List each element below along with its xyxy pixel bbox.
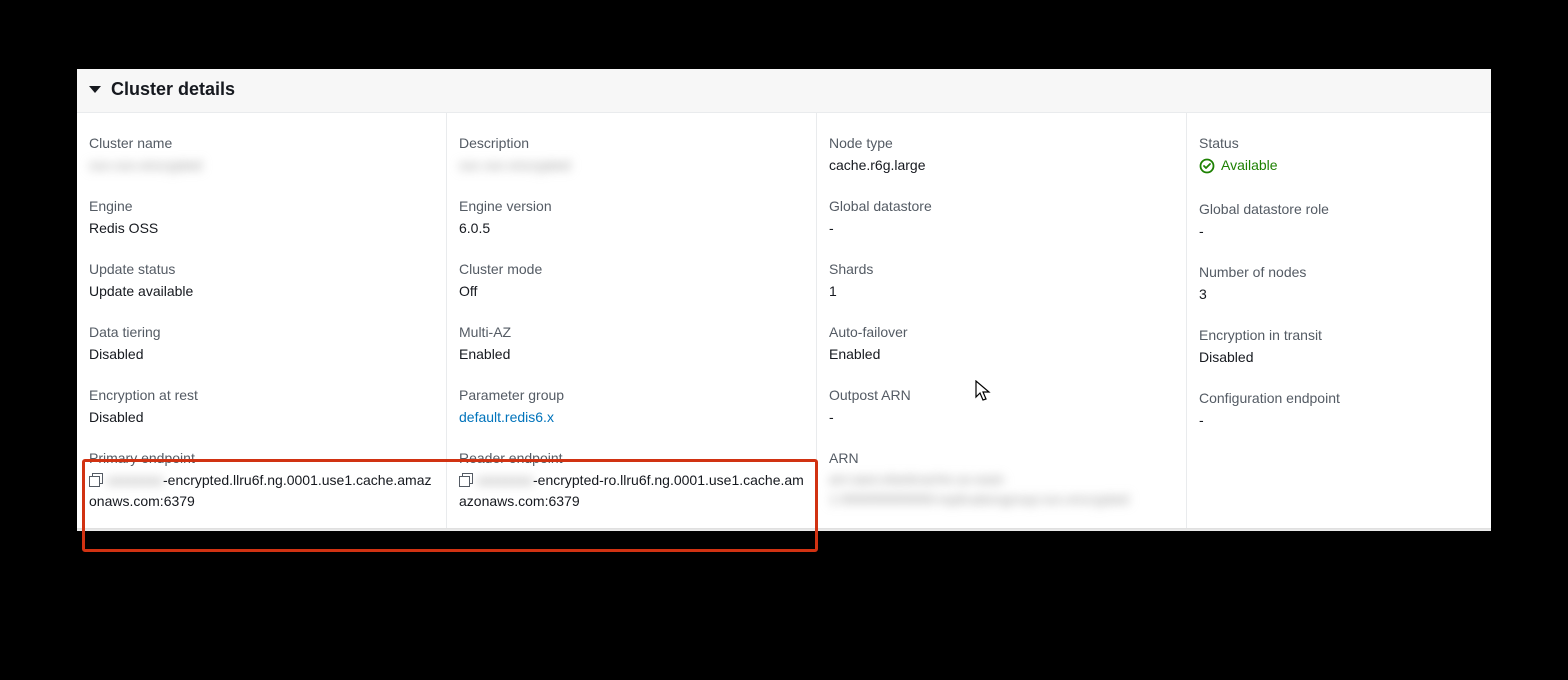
status-value: Available (1199, 155, 1278, 176)
description-value: xxx xxx encrypted (459, 155, 806, 176)
parameter-group-link[interactable]: default.redis6.x (459, 407, 806, 428)
section-title: Cluster details (111, 79, 235, 100)
column-1: Cluster name xxx-xxx-encrypted Engine Re… (77, 113, 447, 528)
collapse-caret-icon[interactable] (89, 86, 101, 93)
data-tiering-label: Data tiering (89, 324, 436, 340)
encryption-at-rest-value: Disabled (89, 407, 436, 428)
node-type-value: cache.r6g.large (829, 155, 1176, 176)
column-3: Node type cache.r6g.large Global datasto… (817, 113, 1187, 528)
engine-version-value: 6.0.5 (459, 218, 806, 239)
cluster-mode-value: Off (459, 281, 806, 302)
description-label: Description (459, 135, 806, 151)
column-2: Description xxx xxx encrypted Engine ver… (447, 113, 817, 528)
global-datastore-label: Global datastore (829, 198, 1176, 214)
engine-version-label: Engine version (459, 198, 806, 214)
multi-az-value: Enabled (459, 344, 806, 365)
engine-label: Engine (89, 198, 436, 214)
cluster-name-label: Cluster name (89, 135, 436, 151)
copy-icon[interactable] (89, 473, 103, 487)
shards-label: Shards (829, 261, 1176, 277)
shards-value: 1 (829, 281, 1176, 302)
copy-icon[interactable] (459, 473, 473, 487)
reader-endpoint-label: Reader endpoint (459, 450, 806, 466)
number-of-nodes-value: 3 (1199, 284, 1481, 305)
details-grid: Cluster name xxx-xxx-encrypted Engine Re… (77, 112, 1491, 528)
update-status-label: Update status (89, 261, 436, 277)
primary-endpoint-value: xxxxxxxx-encrypted.llru6f.ng.0001.use1.c… (89, 470, 436, 512)
outpost-arn-label: Outpost ARN (829, 387, 1176, 403)
outpost-arn-value: - (829, 407, 1176, 428)
section-header[interactable]: Cluster details (77, 69, 1491, 112)
arn-label: ARN (829, 450, 1176, 466)
configuration-endpoint-label: Configuration endpoint (1199, 390, 1481, 406)
data-tiering-value: Disabled (89, 344, 436, 365)
encryption-at-rest-label: Encryption at rest (89, 387, 436, 403)
node-type-label: Node type (829, 135, 1176, 151)
encryption-in-transit-label: Encryption in transit (1199, 327, 1481, 343)
multi-az-label: Multi-AZ (459, 324, 806, 340)
global-datastore-value: - (829, 218, 1176, 239)
arn-value: arn:aws:elasticache:us-east-1:9999999999… (829, 470, 1176, 509)
primary-endpoint-label: Primary endpoint (89, 450, 436, 466)
parameter-group-label: Parameter group (459, 387, 806, 403)
cluster-name-value: xxx-xxx-encrypted (89, 155, 436, 176)
reader-endpoint-value: xxxxxxxx-encrypted-ro.llru6f.ng.0001.use… (459, 470, 806, 512)
cluster-mode-label: Cluster mode (459, 261, 806, 277)
auto-failover-value: Enabled (829, 344, 1176, 365)
engine-value: Redis OSS (89, 218, 436, 239)
panel-bottom-edge (77, 528, 1491, 531)
cluster-details-panel: Cluster details Cluster name xxx-xxx-enc… (77, 69, 1491, 531)
check-circle-icon (1199, 158, 1215, 174)
number-of-nodes-label: Number of nodes (1199, 264, 1481, 280)
status-label: Status (1199, 135, 1481, 151)
global-datastore-role-value: - (1199, 221, 1481, 242)
global-datastore-role-label: Global datastore role (1199, 201, 1481, 217)
configuration-endpoint-value: - (1199, 410, 1481, 431)
auto-failover-label: Auto-failover (829, 324, 1176, 340)
column-4: Status Available Global datastore role -… (1187, 113, 1491, 528)
update-status-value: Update available (89, 281, 436, 302)
encryption-in-transit-value: Disabled (1199, 347, 1481, 368)
